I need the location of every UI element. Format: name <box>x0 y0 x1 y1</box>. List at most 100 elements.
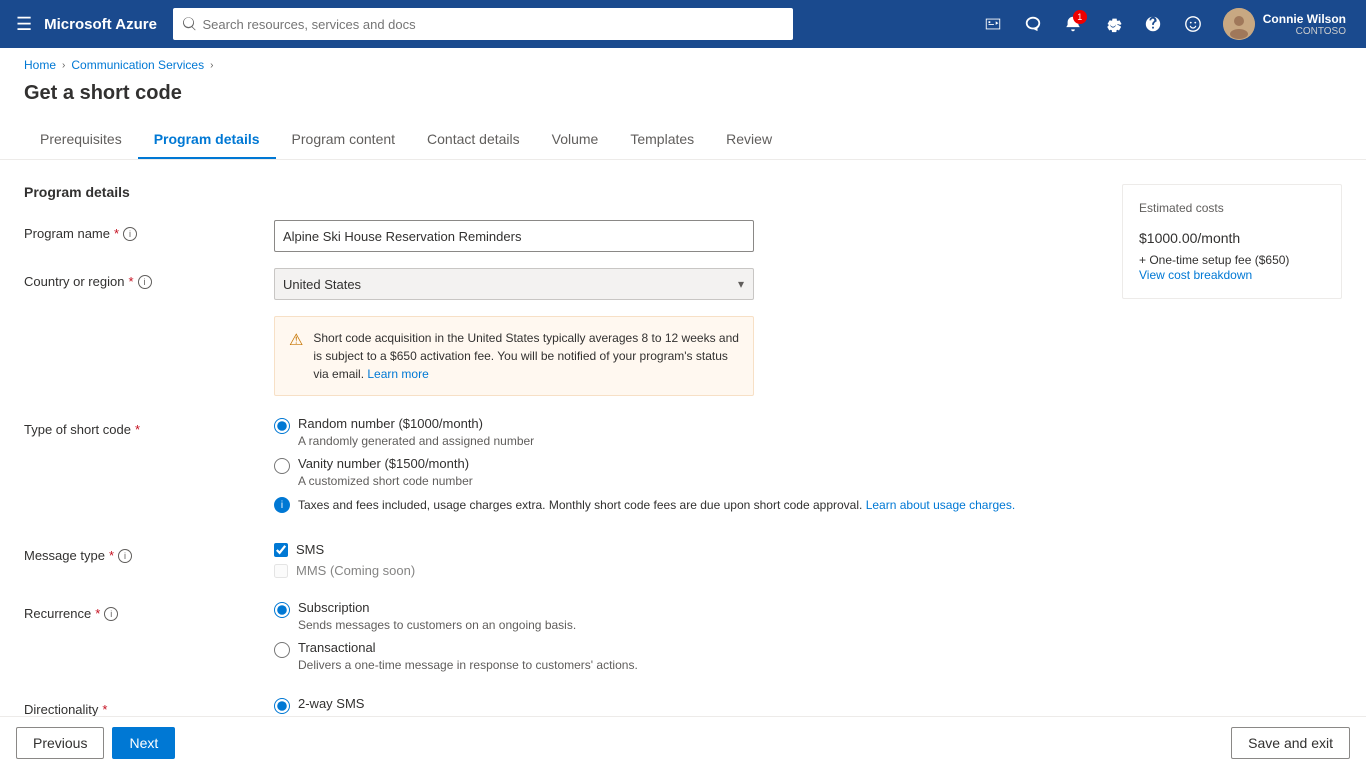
search-bar[interactable] <box>173 8 793 40</box>
breadcrumb-home[interactable]: Home <box>24 58 56 72</box>
user-profile[interactable]: Connie Wilson CONTOSO <box>1215 4 1354 44</box>
help-icon[interactable] <box>1135 6 1171 42</box>
user-name: Connie Wilson <box>1263 12 1346 26</box>
radio-subscription: Subscription Sends messages to customers… <box>274 600 1098 632</box>
required-marker-3: * <box>135 422 140 437</box>
country-row: Country or region * i United States <box>24 268 1098 300</box>
radio-random-desc: A randomly generated and assigned number <box>298 434 1098 448</box>
save-exit-button[interactable]: Save and exit <box>1231 727 1350 759</box>
message-type-input-area: SMS MMS (Coming soon) <box>274 542 1098 584</box>
warning-text: Short code acquisition in the United Sta… <box>313 329 739 383</box>
breadcrumb-sep-2: › <box>210 60 213 71</box>
tab-volume[interactable]: Volume <box>536 121 615 159</box>
sidebar: Estimated costs $1000.00/month + One-tim… <box>1122 184 1342 734</box>
tab-review[interactable]: Review <box>710 121 788 159</box>
notifications-icon[interactable]: 1 <box>1055 6 1091 42</box>
breadcrumb-service[interactable]: Communication Services <box>71 58 204 72</box>
message-type-info-icon[interactable]: i <box>118 549 132 563</box>
warning-learn-more-link[interactable]: Learn more <box>367 367 428 381</box>
directionality-row: Directionality * 2-way SMS <box>24 696 1098 718</box>
radio-twoway-input[interactable] <box>274 698 290 714</box>
radio-transactional: Transactional Delivers a one-time messag… <box>274 640 1098 672</box>
checkbox-mms: MMS (Coming soon) <box>274 563 1098 578</box>
required-marker: * <box>114 226 119 241</box>
form-area: Program details Program name * i Country… <box>24 184 1098 734</box>
tab-contact-details[interactable]: Contact details <box>411 121 536 159</box>
country-info-icon[interactable]: i <box>138 275 152 289</box>
costs-amount: $1000.00/month <box>1139 223 1325 249</box>
type-input-area: Random number ($1000/month) A randomly g… <box>274 416 1098 526</box>
view-cost-breakdown-link[interactable]: View cost breakdown <box>1139 268 1252 282</box>
section-heading: Program details <box>24 184 1098 200</box>
directionality-input-area: 2-way SMS <box>274 696 1098 718</box>
subscription-desc: Sends messages to customers on an ongoin… <box>298 618 1098 632</box>
topnav: ☰ Microsoft Azure 1 <box>0 0 1366 48</box>
recurrence-input-area: Subscription Sends messages to customers… <box>274 600 1098 680</box>
country-select-wrapper: United States <box>274 268 754 300</box>
smiley-icon[interactable] <box>1175 6 1211 42</box>
recurrence-info-icon[interactable]: i <box>104 607 118 621</box>
user-info: Connie Wilson CONTOSO <box>1263 12 1346 37</box>
usage-charges-link[interactable]: Learn about usage charges. <box>866 498 1015 512</box>
radio-twoway: 2-way SMS <box>274 696 1098 714</box>
settings-icon[interactable] <box>1095 6 1131 42</box>
transactional-label: Transactional <box>298 640 376 655</box>
checkbox-sms: SMS <box>274 542 1098 557</box>
tab-program-details[interactable]: Program details <box>138 121 276 159</box>
bottom-bar: Previous Next Save and exit <box>0 716 1366 768</box>
costs-setup: + One-time setup fee ($650) <box>1139 253 1325 267</box>
required-marker-5: * <box>95 606 100 621</box>
checkbox-mms-input[interactable] <box>274 564 288 578</box>
warning-icon: ⚠ <box>289 330 303 383</box>
breadcrumb: Home › Communication Services › <box>0 48 1366 82</box>
program-name-row: Program name * i <box>24 220 1098 252</box>
radio-subscription-input[interactable] <box>274 602 290 618</box>
notification-badge: 1 <box>1073 10 1087 24</box>
search-input[interactable] <box>202 17 782 32</box>
program-name-info-icon[interactable]: i <box>123 227 137 241</box>
subscription-label: Subscription <box>298 600 370 615</box>
radio-vanity-desc: A customized short code number <box>298 474 1098 488</box>
message-type-label: Message type * i <box>24 542 274 563</box>
type-label: Type of short code * <box>24 416 274 437</box>
required-marker-2: * <box>128 274 133 289</box>
azure-logo: Microsoft Azure <box>44 16 157 33</box>
previous-button[interactable]: Previous <box>16 727 104 759</box>
radio-vanity-input[interactable] <box>274 458 290 474</box>
warning-box: ⚠ Short code acquisition in the United S… <box>274 316 754 396</box>
tab-program-content[interactable]: Program content <box>276 121 412 159</box>
mms-label: MMS (Coming soon) <box>296 563 415 578</box>
radio-random: Random number ($1000/month) A randomly g… <box>274 416 1098 448</box>
avatar <box>1223 8 1255 40</box>
required-marker-6: * <box>102 702 107 717</box>
radio-transactional-input[interactable] <box>274 642 290 658</box>
country-select[interactable]: United States <box>274 268 754 300</box>
info-note-text: Taxes and fees included, usage charges e… <box>298 496 1015 514</box>
radio-random-input[interactable] <box>274 418 290 434</box>
feedback-icon[interactable] <box>1015 6 1051 42</box>
twoway-label: 2-way SMS <box>298 696 364 711</box>
tab-templates[interactable]: Templates <box>614 121 710 159</box>
message-type-row: Message type * i SMS MMS (Coming soon) <box>24 542 1098 584</box>
program-name-input[interactable] <box>274 220 754 252</box>
search-icon <box>183 17 197 31</box>
checkbox-sms-input[interactable] <box>274 543 288 557</box>
country-label: Country or region * i <box>24 268 274 289</box>
tab-prerequisites[interactable]: Prerequisites <box>24 121 138 159</box>
recurrence-label: Recurrence * i <box>24 600 274 621</box>
tabs: Prerequisites Program details Program co… <box>0 121 1366 160</box>
transactional-desc: Delivers a one-time message in response … <box>298 658 1098 672</box>
required-marker-4: * <box>109 548 114 563</box>
radio-vanity: Vanity number ($1500/month) A customized… <box>274 456 1098 488</box>
type-row: Type of short code * Random number ($100… <box>24 416 1098 526</box>
next-button[interactable]: Next <box>112 727 175 759</box>
type-info-note: i Taxes and fees included, usage charges… <box>274 496 1098 514</box>
breadcrumb-sep-1: › <box>62 60 65 71</box>
program-name-label: Program name * i <box>24 220 274 241</box>
radio-vanity-label: Vanity number ($1500/month) <box>298 456 469 471</box>
costs-card: Estimated costs $1000.00/month + One-tim… <box>1122 184 1342 299</box>
costs-per: /month <box>1197 230 1240 246</box>
main-content: Program details Program name * i Country… <box>0 160 1366 758</box>
cloud-shell-icon[interactable] <box>975 6 1011 42</box>
hamburger-icon[interactable]: ☰ <box>12 10 36 39</box>
